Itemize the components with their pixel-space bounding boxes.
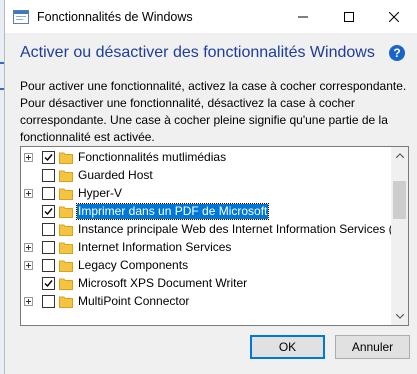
feature-checkbox[interactable] — [42, 295, 55, 308]
feature-label: MultiPoint Connector — [78, 294, 190, 308]
features-dialog: Fonctionnalités de Windows Activer ou dé… — [4, 0, 417, 374]
chevron-down-icon — [395, 314, 404, 319]
ok-button[interactable]: OK — [250, 335, 325, 359]
feature-checkbox[interactable] — [42, 205, 55, 218]
folder-icon — [59, 206, 73, 218]
instructions-text: Pour activer une fonctionnalité, activez… — [20, 78, 412, 146]
instructions-line: fonctionnalité est activée. — [20, 130, 155, 144]
feature-checkbox[interactable] — [42, 151, 55, 164]
expand-icon[interactable] — [24, 153, 33, 162]
checkmark-icon — [44, 208, 53, 216]
scroll-thumb[interactable] — [393, 181, 406, 219]
feature-label: Fonctionnalités mutlimédias — [78, 150, 227, 164]
feature-label: Legacy Components — [78, 258, 189, 272]
app-window-icon — [13, 10, 29, 24]
folder-icon — [59, 296, 73, 308]
feature-label: Microsoft XPS Document Writer — [78, 276, 248, 290]
title-bar[interactable]: Fonctionnalités de Windows — [5, 0, 417, 33]
feature-label: Internet Information Services — [78, 240, 232, 254]
instructions-line: Pour activer une fonctionnalité, activez… — [20, 79, 407, 93]
maximize-icon — [344, 11, 354, 22]
instructions-line: Pour désactiver une fonctionnalité, désa… — [20, 96, 355, 110]
scroll-up-button[interactable] — [391, 147, 408, 164]
maximize-button[interactable] — [326, 0, 372, 33]
feature-row[interactable]: Hyper-V — [21, 184, 392, 202]
feature-checkbox[interactable] — [42, 277, 55, 290]
help-icon[interactable]: ? — [389, 45, 405, 61]
folder-icon — [59, 260, 73, 272]
feature-label: Imprimer dans un PDF de Microsoft — [75, 203, 270, 220]
expand-icon[interactable] — [24, 189, 33, 198]
feature-checkbox[interactable] — [42, 259, 55, 272]
feature-checkbox[interactable] — [42, 241, 55, 254]
scroll-down-button[interactable] — [391, 308, 408, 325]
feature-row[interactable]: Imprimer dans un PDF de Microsoft — [21, 202, 392, 220]
feature-row[interactable]: Legacy Components — [21, 256, 392, 274]
close-icon — [389, 11, 399, 22]
folder-icon — [59, 242, 73, 254]
feature-row[interactable]: Microsoft XPS Document Writer — [21, 274, 392, 292]
folder-icon — [59, 224, 73, 236]
checkmark-icon — [44, 154, 53, 162]
folder-icon — [59, 170, 73, 182]
feature-checkbox[interactable] — [42, 169, 55, 182]
feature-row[interactable]: Fonctionnalités mutlimédias — [21, 148, 392, 166]
feature-checkbox[interactable] — [42, 187, 55, 200]
instructions-line: correspondante. Une case à cocher pleine… — [20, 113, 388, 127]
window-title: Fonctionnalités de Windows — [37, 10, 193, 24]
close-button[interactable] — [371, 0, 417, 33]
feature-label: Hyper-V — [78, 186, 123, 200]
feature-row[interactable]: Internet Information Services — [21, 238, 392, 256]
page-heading: Activer ou désactiver des fonctionnalité… — [20, 44, 375, 61]
feature-checkbox[interactable] — [42, 223, 55, 236]
expand-icon[interactable] — [24, 243, 33, 252]
minimize-button[interactable] — [280, 0, 326, 33]
folder-icon — [59, 188, 73, 200]
folder-icon — [59, 152, 73, 164]
folder-icon — [59, 278, 73, 290]
feature-row[interactable]: MultiPoint Connector — [21, 292, 392, 310]
expand-icon[interactable] — [24, 297, 33, 306]
checkmark-icon — [44, 280, 53, 288]
feature-label: Guarded Host — [78, 168, 153, 182]
features-tree[interactable]: Fonctionnalités mutlimédias Guarded Host H… — [20, 146, 409, 326]
feature-label: Instance principale Web des Internet Inf… — [78, 222, 392, 236]
features-tree-rows: Fonctionnalités mutlimédias Guarded Host H… — [21, 147, 392, 325]
chevron-up-icon — [395, 153, 404, 158]
vertical-scrollbar[interactable] — [391, 147, 408, 325]
minimize-icon — [298, 16, 308, 17]
feature-row[interactable]: Guarded Host — [21, 166, 392, 184]
feature-row[interactable]: Instance principale Web des Internet Inf… — [21, 220, 392, 238]
expand-icon[interactable] — [24, 261, 33, 270]
cancel-button[interactable]: Annuler — [335, 335, 410, 359]
